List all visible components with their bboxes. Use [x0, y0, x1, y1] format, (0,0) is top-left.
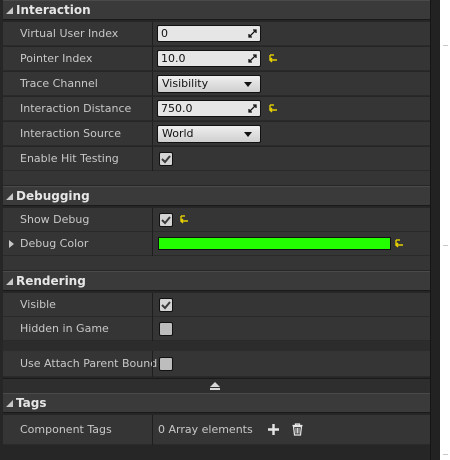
edge-tick — [443, 245, 448, 246]
edge-tick — [443, 454, 448, 455]
property-label: Component Tags — [20, 423, 112, 436]
show-advanced-icon — [210, 382, 220, 387]
property-row-interaction-source: Interaction Source World — [3, 122, 430, 146]
column-divider[interactable] — [152, 293, 153, 317]
details-panel: Interaction Virtual User Index 0 Pointer… — [0, 0, 430, 460]
trace-channel-dropdown[interactable]: Visibility — [157, 75, 261, 93]
column-divider[interactable] — [152, 232, 153, 256]
reset-to-default-icon[interactable] — [179, 213, 191, 225]
category-title: Debugging — [16, 189, 90, 203]
property-row-virtual-user-index: Virtual User Index 0 — [3, 22, 430, 46]
category-title: Interaction — [16, 3, 91, 17]
collapse-triangle-icon[interactable] — [6, 193, 13, 200]
trash-icon[interactable] — [291, 423, 304, 436]
property-row-show-debug: Show Debug — [3, 208, 430, 232]
interaction-source-dropdown[interactable]: World — [157, 125, 261, 143]
column-divider[interactable] — [152, 208, 153, 232]
property-row-trace-channel: Trace Channel Visibility — [3, 72, 430, 96]
column-divider[interactable] — [152, 72, 153, 96]
adjacent-panel-edge — [440, 0, 450, 460]
show-debug-checkbox[interactable] — [159, 213, 173, 227]
collapse-triangle-icon[interactable] — [6, 400, 13, 407]
property-row-debug-color: Debug Color — [3, 232, 430, 256]
category-footer — [3, 256, 430, 270]
add-icon[interactable] — [267, 423, 280, 436]
property-label: Hidden in Game — [20, 322, 109, 335]
virtual-user-index-input[interactable]: 0 — [157, 25, 261, 42]
category-header-debugging[interactable]: Debugging — [3, 186, 430, 206]
panel-bottom — [3, 445, 430, 460]
property-label: Use Attach Parent Bound — [20, 357, 158, 370]
column-divider[interactable] — [152, 47, 153, 71]
column-divider[interactable] — [152, 351, 153, 377]
field-value: 750.0 — [161, 102, 193, 115]
property-label: Show Debug — [20, 213, 90, 226]
drag-arrows-icon[interactable] — [248, 104, 257, 113]
checkmark-icon — [161, 155, 171, 164]
column-divider[interactable] — [152, 317, 153, 341]
array-count: 0 Array elements — [158, 423, 253, 436]
property-label: Debug Color — [20, 237, 89, 250]
property-row-visible: Visible — [3, 293, 430, 317]
property-row-component-tags: Component Tags 0 Array elements — [3, 415, 430, 445]
expand-arrow-icon[interactable] — [9, 240, 14, 248]
show-advanced-toggle[interactable] — [3, 378, 430, 393]
use-attach-parent-bound-checkbox[interactable] — [159, 357, 173, 371]
property-label: Interaction Source — [20, 127, 121, 140]
enable-hit-testing-checkbox[interactable] — [159, 152, 173, 166]
dropdown-value: World — [162, 127, 194, 140]
advanced-separator — [3, 341, 430, 351]
hidden-in-game-checkbox[interactable] — [159, 322, 173, 336]
category-title: Rendering — [16, 274, 86, 288]
checkmark-icon — [161, 301, 171, 310]
drag-arrows-icon[interactable] — [248, 29, 257, 38]
column-divider[interactable] — [152, 147, 153, 171]
property-row-enable-hit-testing: Enable Hit Testing — [3, 147, 430, 171]
debug-color-swatch[interactable] — [158, 237, 391, 250]
category-header-tags[interactable]: Tags — [3, 393, 430, 413]
show-advanced-icon-base — [210, 388, 220, 390]
column-divider[interactable] — [152, 415, 153, 445]
dropdown-arrow-icon — [244, 132, 252, 137]
category-header-interaction[interactable]: Interaction — [3, 0, 430, 20]
property-label: Virtual User Index — [20, 27, 119, 40]
property-label: Visible — [20, 298, 56, 311]
dropdown-value: Visibility — [162, 77, 209, 90]
collapse-triangle-icon[interactable] — [6, 7, 13, 14]
category-header-rendering[interactable]: Rendering — [3, 271, 430, 291]
reset-to-default-icon[interactable] — [268, 52, 280, 64]
property-row-use-attach-parent-bound: Use Attach Parent Bound — [3, 351, 430, 377]
collapse-triangle-icon[interactable] — [6, 278, 13, 285]
dropdown-arrow-icon — [244, 82, 252, 87]
property-row-hidden-in-game: Hidden in Game — [3, 317, 430, 341]
column-divider[interactable] — [152, 22, 153, 46]
property-label: Enable Hit Testing — [20, 152, 119, 165]
interaction-distance-input[interactable]: 750.0 — [157, 100, 261, 117]
property-row-pointer-index: Pointer Index 10.0 — [3, 47, 430, 71]
property-label: Interaction Distance — [20, 102, 132, 115]
category-footer — [3, 171, 430, 185]
drag-arrows-icon[interactable] — [248, 54, 257, 63]
property-label: Trace Channel — [20, 77, 98, 90]
field-value: 10.0 — [161, 52, 186, 65]
visible-checkbox[interactable] — [159, 298, 173, 312]
reset-to-default-icon[interactable] — [268, 102, 280, 114]
checkmark-icon — [161, 216, 171, 225]
pointer-index-input[interactable]: 10.0 — [157, 50, 261, 67]
reset-to-default-icon[interactable] — [394, 237, 406, 249]
property-label: Pointer Index — [20, 52, 93, 65]
property-row-interaction-distance: Interaction Distance 750.0 — [3, 97, 430, 121]
field-value: 0 — [161, 27, 168, 40]
edge-tick — [443, 45, 448, 46]
column-divider[interactable] — [152, 122, 153, 146]
category-title: Tags — [16, 396, 47, 410]
column-divider[interactable] — [152, 97, 153, 121]
